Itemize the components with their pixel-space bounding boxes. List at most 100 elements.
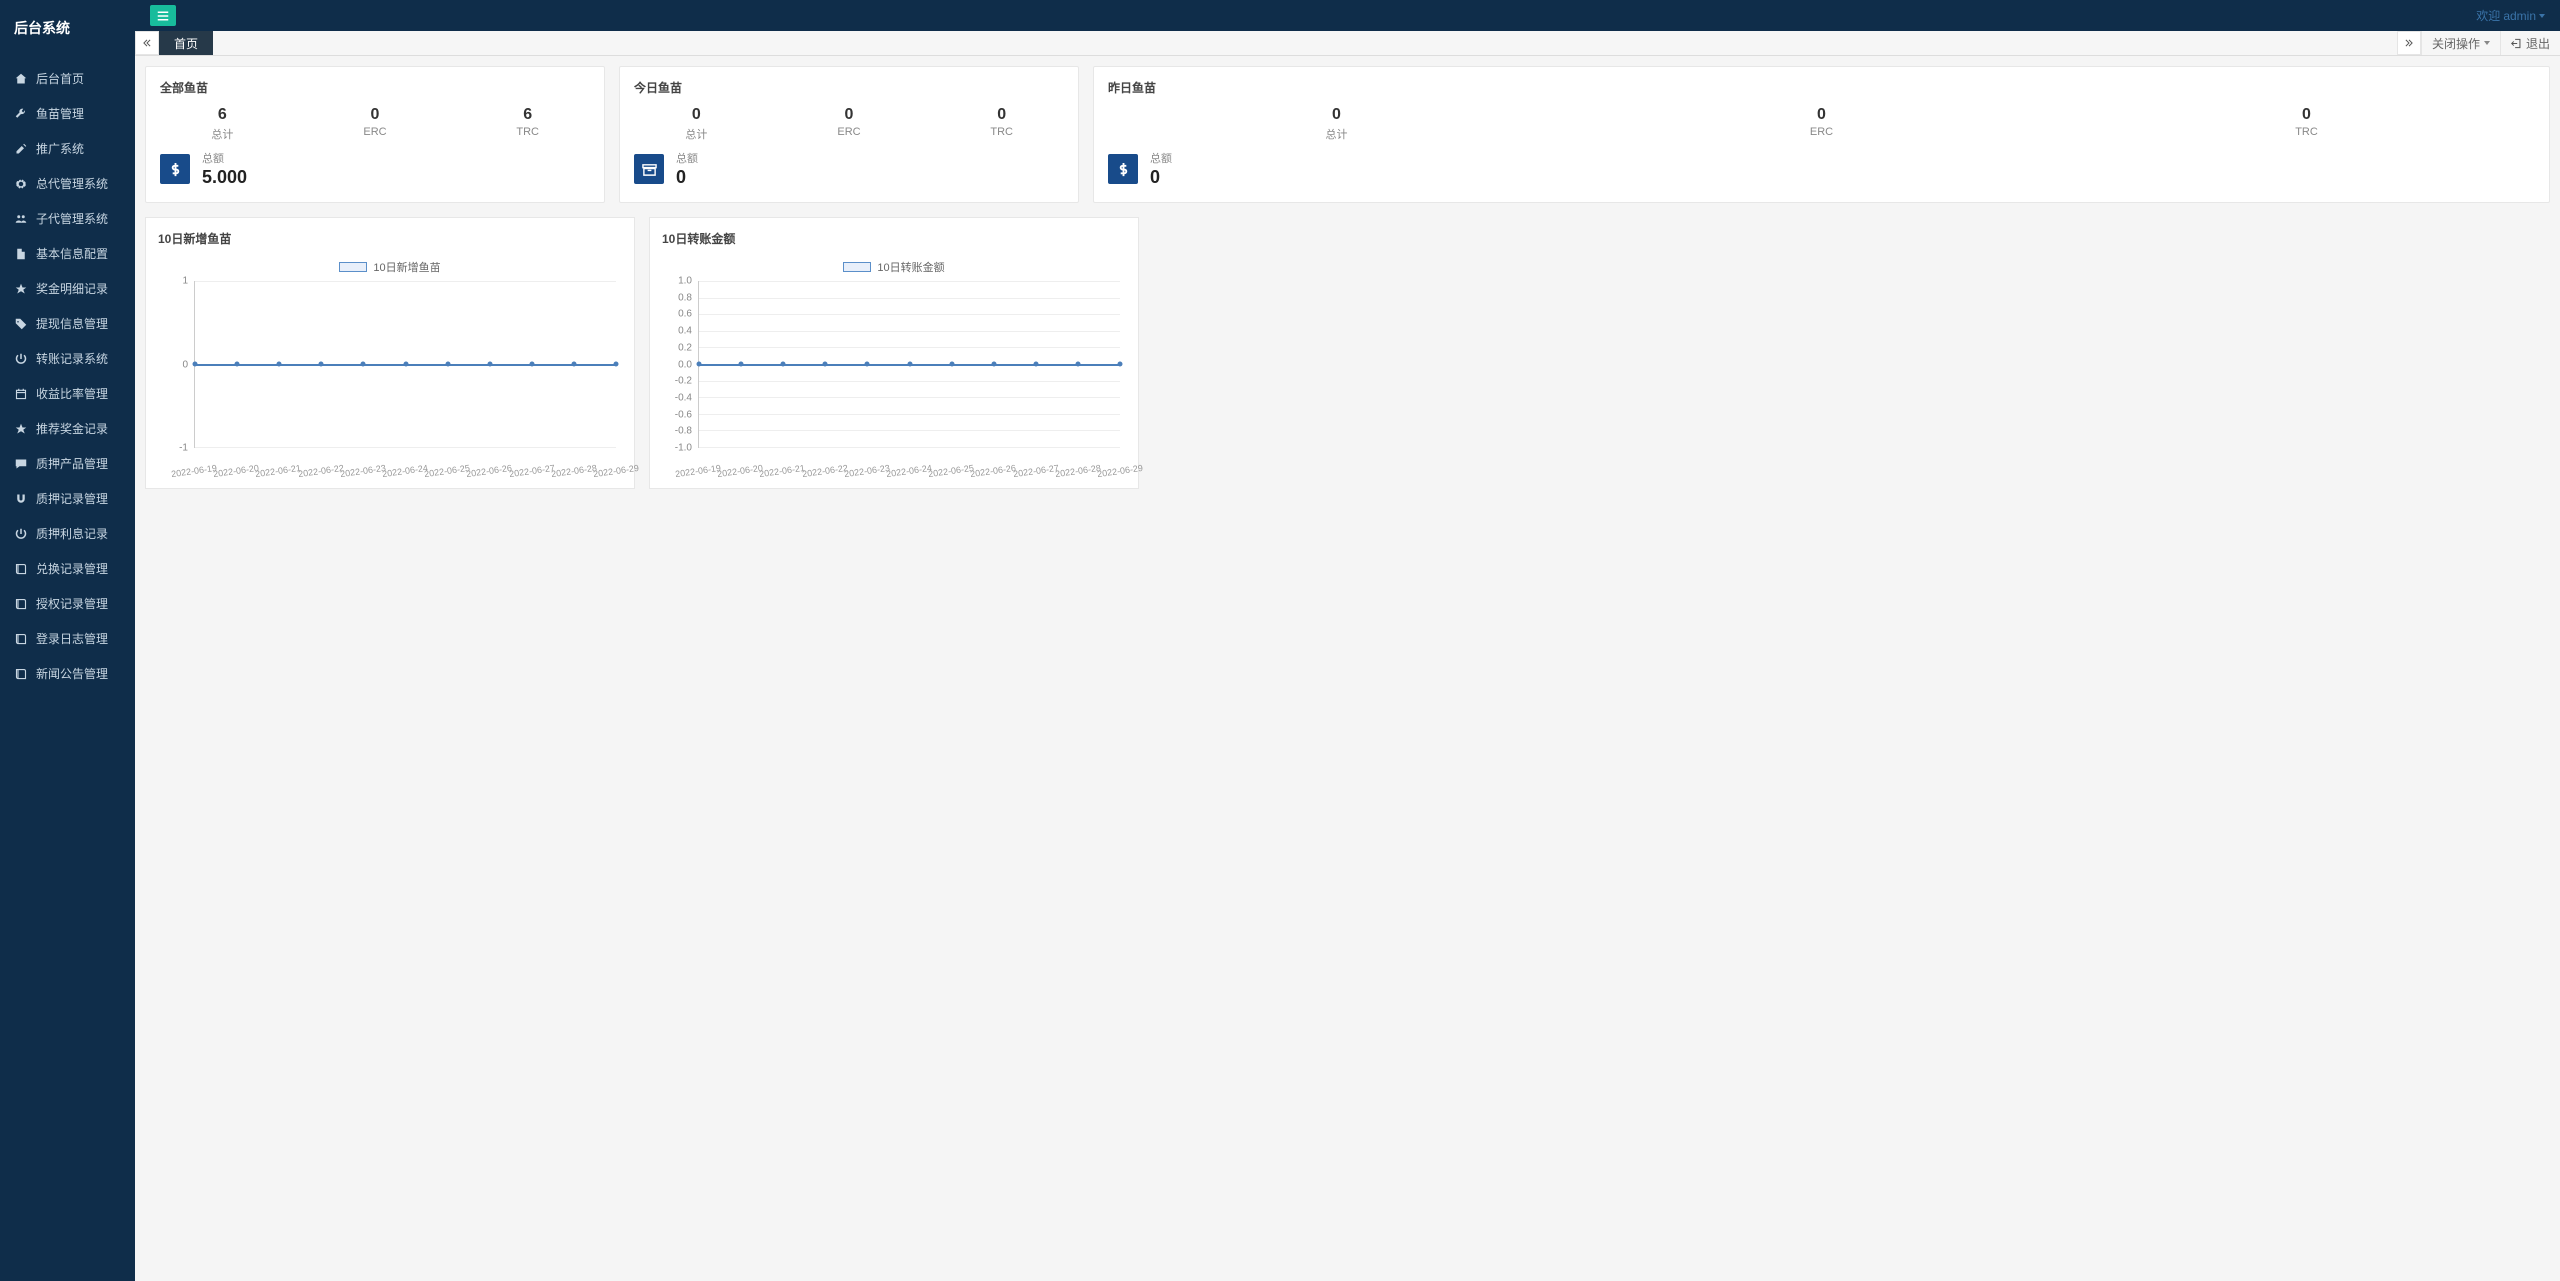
chart-title: 10日转账金额: [662, 230, 1126, 247]
x-tick-label: 2022-06-25: [424, 463, 471, 479]
chart-legend: 10日新增鱼苗: [158, 259, 622, 275]
star-icon: [14, 422, 27, 435]
data-point: [1075, 362, 1080, 367]
total-row: 总额0: [620, 150, 1078, 202]
legend-swatch: [339, 262, 367, 272]
x-tick-label: 2022-06-27: [1012, 463, 1059, 479]
sidebar-item-5[interactable]: 基本信息配置: [0, 236, 135, 271]
home-icon: [14, 72, 27, 85]
toggle-sidebar-button[interactable]: [150, 5, 176, 26]
tabs-scroll-right-button[interactable]: [2397, 31, 2421, 55]
card-title: 全部鱼苗: [146, 67, 604, 100]
sidebar-item-4[interactable]: 子代管理系统: [0, 201, 135, 236]
comment-icon: [14, 457, 27, 470]
username: admin: [2503, 9, 2536, 23]
dollar-icon: [1108, 154, 1138, 184]
welcome-text: 欢迎: [2476, 7, 2500, 24]
book-icon: [14, 597, 27, 610]
stat-label: 总计: [1094, 126, 1579, 142]
user-menu[interactable]: 欢迎 admin: [2476, 7, 2545, 24]
tab-home[interactable]: 首页: [159, 31, 213, 55]
sidebar-item-label: 收益比率管理: [36, 385, 108, 402]
stat-label: ERC: [1579, 126, 2064, 138]
sidebar-item-13[interactable]: 质押利息记录: [0, 516, 135, 551]
stat-2: 0TRC: [2064, 100, 2549, 150]
sidebar-item-14[interactable]: 兑换记录管理: [0, 551, 135, 586]
book-icon: [14, 632, 27, 645]
data-point: [865, 362, 870, 367]
chart-area: -1012022-06-192022-06-202022-06-212022-0…: [158, 281, 622, 476]
sidebar-item-6[interactable]: 奖金明细记录: [0, 271, 135, 306]
data-point: [487, 362, 492, 367]
sidebar-item-1[interactable]: 鱼苗管理: [0, 96, 135, 131]
sidebar-item-15[interactable]: 授权记录管理: [0, 586, 135, 621]
x-tick-label: 2022-06-29: [593, 463, 640, 479]
stat-value: 0: [925, 106, 1078, 124]
data-point: [1118, 362, 1123, 367]
file-icon: [14, 247, 27, 260]
sidebar-menu: 后台首页鱼苗管理推广系统总代管理系统子代管理系统基本信息配置奖金明细记录提现信息…: [0, 61, 135, 691]
data-point: [529, 362, 534, 367]
sidebar-item-16[interactable]: 登录日志管理: [0, 621, 135, 656]
y-tick-label: 0.2: [662, 342, 692, 353]
stat-label: 总计: [620, 126, 773, 142]
y-tick-label: -0.8: [662, 426, 692, 437]
sidebar-item-2[interactable]: 推广系统: [0, 131, 135, 166]
y-tick-label: 1: [158, 276, 188, 287]
sidebar-item-label: 授权记录管理: [36, 595, 108, 612]
x-tick-label: 2022-06-20: [213, 463, 260, 479]
sidebar-item-9[interactable]: 收益比率管理: [0, 376, 135, 411]
sidebar-item-8[interactable]: 转账记录系统: [0, 341, 135, 376]
y-tick-label: -0.6: [662, 409, 692, 420]
sidebar-item-label: 子代管理系统: [36, 210, 108, 227]
sidebar-item-7[interactable]: 提现信息管理: [0, 306, 135, 341]
x-tick-label: 2022-06-21: [255, 463, 302, 479]
calendar-icon: [14, 387, 27, 400]
data-point: [403, 362, 408, 367]
x-tick-label: 2022-06-25: [928, 463, 975, 479]
stat-label: ERC: [299, 126, 452, 138]
sidebar-item-label: 鱼苗管理: [36, 105, 84, 122]
sidebar-item-label: 推广系统: [36, 140, 84, 157]
exit-label: 退出: [2526, 35, 2550, 52]
tag-icon: [14, 317, 27, 330]
users-icon: [14, 212, 27, 225]
sidebar-item-12[interactable]: 质押记录管理: [0, 481, 135, 516]
stat-value: 6: [451, 106, 604, 124]
x-tick-label: 2022-06-27: [508, 463, 555, 479]
sidebar-item-10[interactable]: 推荐奖金记录: [0, 411, 135, 446]
legend-swatch: [843, 262, 871, 272]
sidebar-item-17[interactable]: 新闻公告管理: [0, 656, 135, 691]
edit-icon: [14, 142, 27, 155]
sidebar-item-3[interactable]: 总代管理系统: [0, 166, 135, 201]
stat-0: 0 总计: [1094, 100, 1579, 150]
data-point: [697, 362, 702, 367]
wrench-icon: [14, 107, 27, 120]
charts-row: 10日新增鱼苗10日新增鱼苗-1012022-06-192022-06-2020…: [145, 217, 2550, 489]
stat-value: 0: [1094, 106, 1579, 124]
data-point: [991, 362, 996, 367]
y-tick-label: 0.4: [662, 326, 692, 337]
tabs-bar: 首页 关闭操作 退出: [135, 31, 2560, 56]
y-tick-label: 0.0: [662, 359, 692, 370]
power-icon: [14, 527, 27, 540]
sidebar-item-0[interactable]: 后台首页: [0, 61, 135, 96]
x-tick-label: 2022-06-26: [970, 463, 1017, 479]
data-point: [277, 362, 282, 367]
stat-2: 0TRC: [925, 100, 1078, 150]
tabs-scroll-left-button[interactable]: [135, 31, 159, 55]
x-tick-label: 2022-06-24: [886, 463, 933, 479]
stat-1: 0ERC: [1579, 100, 2064, 150]
exit-button[interactable]: 退出: [2500, 31, 2560, 55]
close-operations-dropdown[interactable]: 关闭操作: [2421, 31, 2500, 55]
sidebar-item-label: 基本信息配置: [36, 245, 108, 262]
sidebar-item-11[interactable]: 质押产品管理: [0, 446, 135, 481]
x-tick-label: 2022-06-28: [550, 463, 597, 479]
data-point: [235, 362, 240, 367]
chart-legend: 10日转账金额: [662, 259, 1126, 275]
stat-0: 6总计: [146, 100, 299, 150]
app-title: 后台系统: [0, 0, 135, 55]
book-icon: [14, 562, 27, 575]
total-label: 总额: [676, 150, 698, 166]
sidebar-item-label: 推荐奖金记录: [36, 420, 108, 437]
